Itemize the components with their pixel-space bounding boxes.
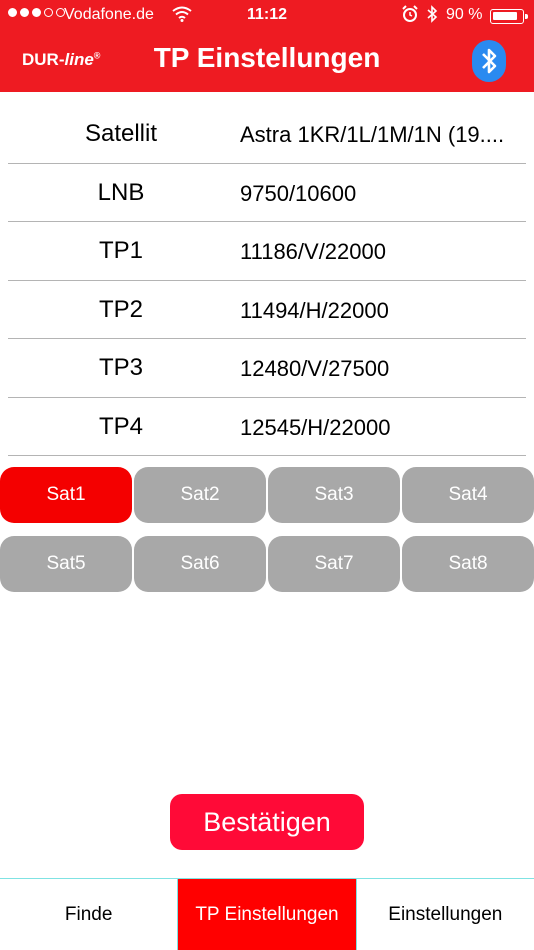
tab-finde[interactable]: Finde: [0, 879, 178, 950]
sat6-button[interactable]: Sat6: [134, 536, 266, 592]
row-label: Satellit: [84, 120, 158, 147]
sat1-button[interactable]: Sat1: [0, 467, 132, 523]
alarm-icon: [402, 5, 418, 28]
settings-row-tp3[interactable]: TP3 12480/V/27500: [8, 339, 526, 398]
row-value: 9750/10600: [240, 180, 357, 206]
row-label: TP2: [98, 295, 143, 323]
confirm-button[interactable]: Bestätigen: [170, 794, 364, 850]
battery-icon: [490, 9, 528, 24]
bluetooth-icon: [426, 5, 438, 28]
sat2-button[interactable]: Sat2: [134, 467, 266, 523]
tp-settings-table: Satellit Astra 1KR/1L/1M/1N (19.... LNB …: [8, 105, 526, 456]
tab-einstellungen[interactable]: Einstellungen: [355, 879, 534, 950]
bluetooth-icon: [482, 48, 497, 74]
row-value: 12545/H/22000: [240, 414, 391, 440]
row-label: TP3: [98, 354, 143, 381]
bluetooth-button[interactable]: [472, 40, 506, 82]
settings-row-satellit[interactable]: Satellit Astra 1KR/1L/1M/1N (19....: [8, 105, 526, 164]
row-value: Astra 1KR/1L/1M/1N (19....: [240, 122, 505, 147]
battery-nub: [525, 14, 528, 19]
tab-bar: Finde TP Einstellungen Einstellungen: [0, 878, 534, 950]
row-label: TP4: [98, 412, 143, 440]
row-value: 12480/V/27500: [240, 356, 390, 381]
page-title: TP Einstellungen: [153, 42, 381, 73]
row-value: 11186/V/22000: [240, 239, 386, 264]
row-label: LNB: [97, 178, 145, 206]
row-label: TP1: [98, 237, 143, 264]
sat5-button[interactable]: Sat5: [0, 536, 132, 592]
battery-fill: [493, 12, 518, 20]
status-bar: Vodafone.de 11:12 90 %: [0, 0, 534, 32]
settings-row-lnb[interactable]: LNB 9750/10600: [8, 164, 526, 222]
sat3-button[interactable]: Sat3: [268, 467, 400, 523]
settings-row-tp2[interactable]: TP2 11494/H/22000: [8, 281, 526, 339]
tab-tp-einstellungen[interactable]: TP Einstellungen: [177, 879, 356, 950]
row-value: 11494/H/22000: [240, 297, 389, 323]
sat4-button[interactable]: Sat4: [402, 467, 534, 523]
battery-percent: 90 %: [446, 6, 483, 23]
settings-row-tp4[interactable]: TP4 12545/H/22000: [8, 398, 526, 456]
sat8-button[interactable]: Sat8: [402, 536, 534, 592]
app-header: Vodafone.de 11:12 90 % DUR-line® TP Eins…: [0, 0, 534, 92]
settings-row-tp1[interactable]: TP1 11186/V/22000: [8, 222, 526, 281]
sat7-button[interactable]: Sat7: [268, 536, 400, 592]
